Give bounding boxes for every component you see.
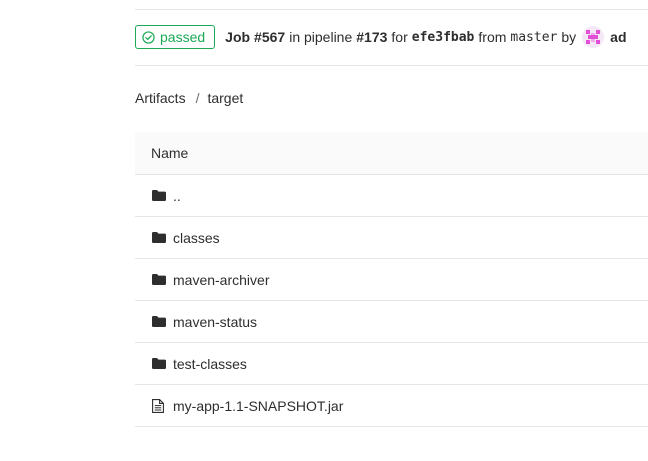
table-row[interactable]: .. [135,175,648,217]
row-name[interactable]: my-app-1.1-SNAPSHOT.jar [173,398,343,414]
folder-icon [152,315,167,329]
row-name[interactable]: maven-status [173,314,257,330]
job-label: Job [225,29,251,45]
row-name[interactable]: maven-archiver [173,272,269,288]
breadcrumb: Artifacts / target [135,90,243,106]
table-row[interactable]: test-classes [135,343,648,385]
job-id-link[interactable]: #567 [254,29,285,45]
folder-icon [152,273,167,287]
artifacts-page: passed Job #567 in pipeline #173 for efe… [0,0,648,461]
by-text: by [561,29,577,45]
row-name[interactable]: .. [173,188,181,204]
table-row[interactable]: classes [135,217,648,259]
identicon-icon [586,30,601,44]
from-text: from [478,29,507,45]
file-text-icon [152,398,167,413]
table-row[interactable]: my-app-1.1-SNAPSHOT.jar [135,385,648,427]
table-row[interactable]: maven-archiver [135,259,648,301]
commit-sha-link[interactable]: efe3fbab [412,30,475,45]
row-name[interactable]: classes [173,230,220,246]
breadcrumb-root-link[interactable]: Artifacts [135,90,186,106]
breadcrumb-separator: / [195,90,200,106]
header-divider [135,65,648,66]
avatar[interactable] [582,26,605,48]
top-divider [135,9,648,10]
breadcrumb-current: target [207,90,244,106]
row-name[interactable]: test-classes [173,356,247,372]
pipeline-id-link[interactable]: #173 [356,29,387,45]
status-label: passed [160,29,206,45]
branch-link[interactable]: master [510,30,557,45]
job-header: passed Job #567 in pipeline #173 for efe… [135,24,627,50]
folder-icon [152,189,167,203]
folder-icon [152,357,167,371]
table-header: Name [135,132,648,175]
artifacts-table: Name .. classes maven-archiver maven-sta [135,132,648,427]
check-circle-icon [142,30,155,44]
in-pipeline-text: in pipeline [289,29,353,45]
folder-icon [152,231,167,245]
status-badge[interactable]: passed [135,25,216,49]
user-name-link[interactable]: ad [610,29,626,45]
column-header-name: Name [151,145,189,161]
for-text: for [391,29,408,45]
table-row[interactable]: maven-status [135,301,648,343]
